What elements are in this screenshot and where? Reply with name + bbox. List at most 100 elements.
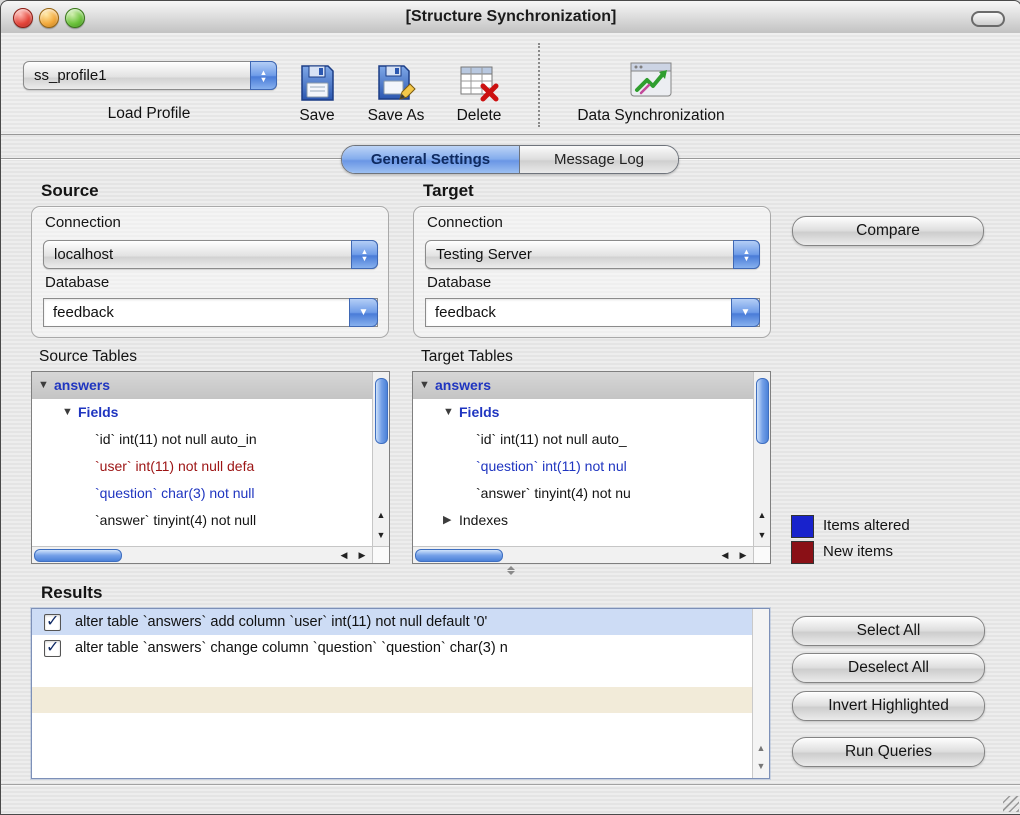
- source-heading: Source: [41, 181, 99, 200]
- delete-table-icon: [458, 63, 500, 107]
- tree-row[interactable]: `answer` tinyint(4) not null: [32, 507, 373, 534]
- save-as-label: Save As: [367, 107, 425, 124]
- target-tables-tree[interactable]: ▼ answers ▼ Fields `id` int(11) not null a…: [412, 371, 771, 564]
- structure-synchronization-window: [Structure Synchronization] ss_profile1 …: [0, 0, 1020, 815]
- dropdown-arrow-icon[interactable]: ▼: [731, 298, 760, 327]
- vertical-scrollbar[interactable]: ▲ ▼: [752, 609, 769, 778]
- toolbar-separator: [538, 43, 540, 127]
- new-items-label: New items: [823, 543, 894, 560]
- scroll-down-icon[interactable]: ▼: [373, 525, 389, 545]
- save-label: Save: [299, 107, 335, 124]
- result-text: alter table `answers` add column `user` …: [75, 614, 488, 630]
- source-database-label: Database: [45, 274, 110, 291]
- scroll-up-icon[interactable]: ▲: [753, 738, 769, 758]
- horizontal-scrollbar[interactable]: ◀ ▶: [413, 546, 754, 563]
- popup-stepper-icon: ▲ ▼: [250, 61, 277, 90]
- disclosure-down-icon[interactable]: ▼: [443, 399, 459, 426]
- tree-row[interactable]: ▼ Fields: [413, 399, 754, 426]
- scrollbar-thumb[interactable]: [756, 378, 769, 444]
- delete-label: Delete: [456, 107, 502, 124]
- source-connection-select[interactable]: localhost ▲ ▼: [43, 240, 378, 269]
- horizontal-scrollbar[interactable]: ◀ ▶: [32, 546, 373, 563]
- result-row[interactable]: alter table `answers` add column `user` …: [32, 609, 753, 635]
- result-row[interactable]: alter table `answers` change column `que…: [32, 635, 753, 661]
- target-connection-label: Connection: [427, 214, 503, 231]
- source-tables-label: Source Tables: [39, 348, 137, 365]
- run-queries-button[interactable]: Run Queries: [792, 737, 985, 767]
- tree-row[interactable]: ▼ Fields: [32, 399, 373, 426]
- compare-button[interactable]: Compare: [792, 216, 984, 246]
- disclosure-down-icon[interactable]: ▼: [38, 372, 54, 399]
- target-connection-value: Testing Server: [436, 246, 532, 263]
- tree-row[interactable]: ▼ answers: [32, 372, 373, 399]
- toolbar: ss_profile1 ▲ ▼ Load Profile Save Save A…: [1, 33, 1020, 135]
- data-synchronization-icon: [625, 57, 677, 107]
- tab-bar: General Settings Message Log: [341, 145, 679, 174]
- scrollbar-thumb[interactable]: [34, 549, 122, 562]
- scroll-down-icon[interactable]: ▼: [754, 525, 770, 545]
- scroll-left-icon[interactable]: ◀: [335, 547, 353, 563]
- tree-view: ▼ answers ▼ Fields `id` int(11) not null a…: [413, 372, 754, 547]
- tree-row[interactable]: `user` int(11) not null defa: [32, 453, 373, 480]
- disclosure-down-icon[interactable]: ▼: [419, 372, 435, 399]
- empty-row: [32, 661, 753, 687]
- scrollbar-corner: [372, 546, 389, 563]
- scroll-right-icon[interactable]: ▶: [353, 547, 371, 563]
- dropdown-arrow-icon[interactable]: ▼: [349, 298, 378, 327]
- scroll-down-icon[interactable]: ▼: [753, 756, 769, 776]
- items-altered-swatch: [791, 515, 814, 538]
- scroll-left-icon[interactable]: ◀: [716, 547, 734, 563]
- target-database-combo[interactable]: feedback ▼: [425, 298, 760, 327]
- tree-row[interactable]: `id` int(11) not null auto_: [413, 426, 754, 453]
- resize-grip[interactable]: [1003, 796, 1019, 812]
- scroll-up-icon[interactable]: ▲: [754, 505, 770, 525]
- scroll-up-icon[interactable]: ▲: [373, 505, 389, 525]
- items-altered-label: Items altered: [823, 517, 910, 534]
- tree-row[interactable]: `id` int(11) not null auto_in: [32, 426, 373, 453]
- save-as-button[interactable]: Save As: [357, 43, 435, 125]
- target-database-label: Database: [427, 274, 492, 291]
- scroll-right-icon[interactable]: ▶: [734, 547, 752, 563]
- results-list[interactable]: alter table `answers` add column `user` …: [31, 608, 770, 779]
- disclosure-right-icon[interactable]: ▶: [443, 507, 459, 534]
- result-text: alter table `answers` change column `que…: [75, 640, 508, 656]
- tree-row[interactable]: `answer` tinyint(4) not nu: [413, 480, 754, 507]
- load-profile-select[interactable]: ss_profile1 ▲ ▼: [23, 61, 277, 90]
- deselect-all-button[interactable]: Deselect All: [792, 653, 985, 683]
- target-connection-select[interactable]: Testing Server ▲ ▼: [425, 240, 760, 269]
- target-database-value: feedback: [435, 304, 496, 321]
- scrollbar-corner: [753, 546, 770, 563]
- results-heading: Results: [41, 583, 103, 602]
- result-checkbox[interactable]: [44, 635, 61, 661]
- disclosure-down-icon[interactable]: ▼: [62, 399, 78, 426]
- select-all-button[interactable]: Select All: [792, 616, 985, 646]
- tab-message-log[interactable]: Message Log: [519, 146, 678, 173]
- scrollbar-thumb[interactable]: [375, 378, 388, 444]
- source-tables-tree[interactable]: ▼ answers ▼ Fields `id` int(11) not null a…: [31, 371, 390, 564]
- tree-view: ▼ answers ▼ Fields `id` int(11) not null a…: [32, 372, 373, 547]
- scrollbar-thumb[interactable]: [415, 549, 503, 562]
- popup-stepper-icon: ▲ ▼: [733, 240, 760, 269]
- target-tables-label: Target Tables: [421, 348, 513, 365]
- pane-splitter-handle[interactable]: [504, 565, 518, 575]
- status-bar-divider: [1, 784, 1020, 785]
- delete-button[interactable]: Delete: [439, 43, 519, 125]
- tree-row[interactable]: ▼ answers: [413, 372, 754, 399]
- data-synchronization-button[interactable]: Data Synchronization: [556, 39, 746, 125]
- tree-row[interactable]: `question` int(11) not nul: [413, 453, 754, 480]
- invert-highlighted-button[interactable]: Invert Highlighted: [792, 691, 985, 721]
- result-checkbox[interactable]: [44, 609, 61, 635]
- collapse-widget-icon[interactable]: [971, 11, 1005, 27]
- title-bar[interactable]: [Structure Synchronization]: [1, 1, 1020, 34]
- source-database-combo[interactable]: feedback ▼: [43, 298, 378, 327]
- vertical-scrollbar[interactable]: ▲ ▼: [753, 372, 770, 547]
- tree-row[interactable]: ▶ Indexes: [413, 507, 754, 534]
- tree-row[interactable]: `question` char(3) not null: [32, 480, 373, 507]
- empty-row: [32, 687, 753, 713]
- empty-row: [32, 739, 753, 765]
- vertical-scrollbar[interactable]: ▲ ▼: [372, 372, 389, 547]
- popup-stepper-icon: ▲ ▼: [351, 240, 378, 269]
- save-button[interactable]: Save: [282, 43, 352, 125]
- tab-general-settings[interactable]: General Settings: [342, 146, 519, 173]
- empty-row: [32, 713, 753, 739]
